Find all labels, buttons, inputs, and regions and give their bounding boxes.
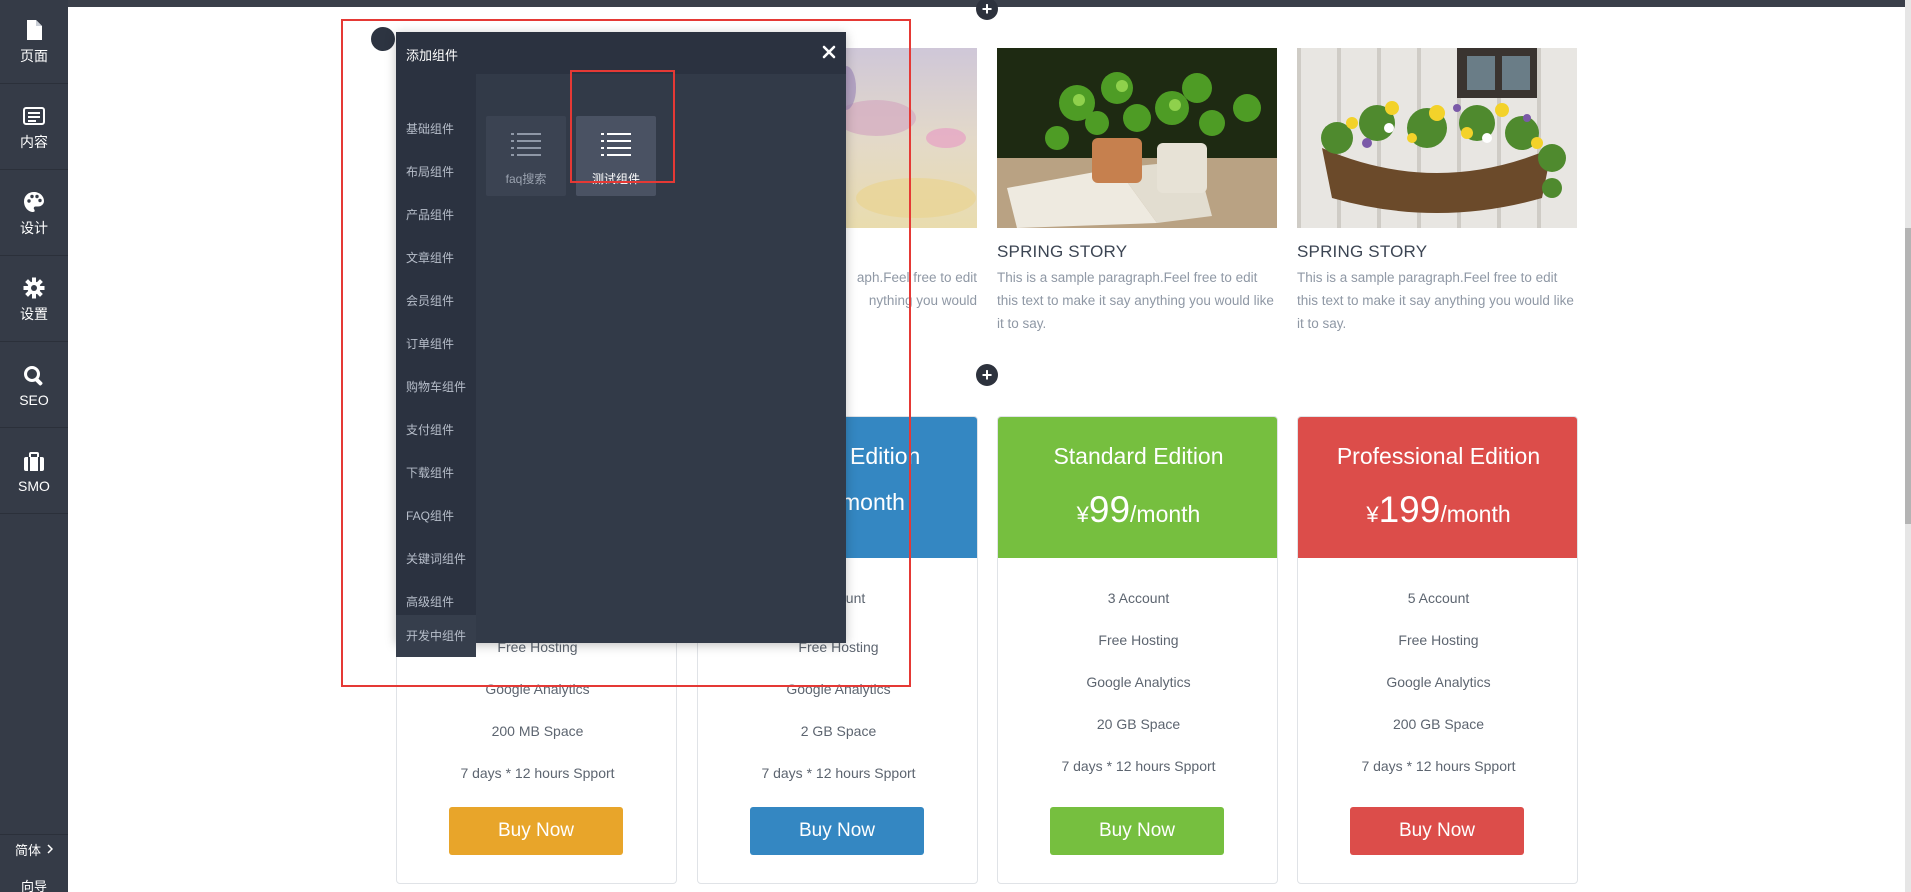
feature-item: Free Hosting bbox=[1098, 632, 1179, 648]
category-item-active[interactable]: 开发中组件 bbox=[396, 615, 476, 657]
guide-link[interactable]: 向导 bbox=[0, 876, 68, 892]
pricing-card-standard: Standard Edition ¥99/month 3 Account Fre… bbox=[997, 416, 1278, 884]
plan-name: Standard Edition bbox=[1053, 443, 1224, 469]
briefcase-icon bbox=[22, 450, 46, 474]
language-label: 简体 bbox=[14, 843, 41, 858]
list-icon bbox=[601, 132, 631, 156]
feature-item: 7 days * 12 hours Spport bbox=[1361, 758, 1516, 774]
plan-period: month bbox=[841, 489, 905, 515]
plan-name: Professional Edition bbox=[1336, 443, 1541, 469]
pricing-header bbox=[998, 417, 1277, 558]
category-item[interactable]: 高级组件 bbox=[406, 593, 454, 610]
plan-amount: 99 bbox=[1088, 489, 1131, 530]
close-icon[interactable] bbox=[820, 43, 838, 61]
language-switch[interactable]: 简体 bbox=[0, 834, 68, 864]
plan-price: ¥199/month bbox=[1298, 489, 1577, 531]
component-faq-search[interactable]: faq搜索 bbox=[486, 116, 566, 196]
plan-price: ¥99/month bbox=[998, 489, 1277, 531]
plan-price: month bbox=[841, 489, 905, 516]
blog-card-title: SPRING STORY bbox=[997, 242, 1128, 261]
sidebar-item-label: 页面 bbox=[20, 47, 48, 64]
left-sidebar: 页面 内容 设计 设置 SEO SMO 简体 向导 bbox=[0, 0, 68, 892]
sidebar-item-smo[interactable]: SMO bbox=[0, 430, 68, 514]
feature-item: 20 GB Space bbox=[1096, 716, 1181, 732]
blog-card-text: This is a sample paragraph.Feel free to … bbox=[1297, 270, 1574, 331]
plan-name: Edition bbox=[850, 443, 921, 469]
component-label: faq搜索 bbox=[505, 172, 547, 186]
category-item[interactable]: 文章组件 bbox=[406, 249, 454, 266]
feature-item: Google Analytics bbox=[1386, 674, 1491, 690]
add-section-button[interactable]: + bbox=[976, 364, 998, 386]
sidebar-item-label: 设置 bbox=[20, 305, 48, 322]
plan-period: /month bbox=[1130, 501, 1201, 527]
feature-item: 7 days * 12 hours Spport bbox=[761, 765, 916, 781]
category-item[interactable]: 购物车组件 bbox=[406, 378, 466, 395]
blog-card-text: This is a sample paragraph.Feel free to … bbox=[997, 270, 1274, 331]
feature-item: Google Analytics bbox=[485, 681, 590, 697]
sidebar-item-design[interactable]: 设计 bbox=[0, 172, 68, 256]
drag-handle[interactable] bbox=[371, 27, 395, 51]
feature-item: 200 MB Space bbox=[491, 723, 584, 739]
category-item[interactable]: 产品组件 bbox=[406, 206, 454, 223]
feature-item: 2 GB Space bbox=[800, 723, 877, 739]
add-section-button[interactable]: + bbox=[976, 0, 998, 20]
feature-item: 7 days * 12 hours Spport bbox=[460, 765, 615, 781]
feature-item: 5 Account bbox=[1407, 590, 1470, 606]
feature-item: 7 days * 12 hours Spport bbox=[1061, 758, 1216, 774]
dialog-header: 添加组件 bbox=[396, 32, 846, 74]
sidebar-item-label: 内容 bbox=[20, 133, 48, 150]
category-item[interactable]: 支付组件 bbox=[406, 421, 454, 438]
sidebar-item-page[interactable]: 页面 bbox=[0, 0, 68, 84]
chevron-right-icon bbox=[47, 842, 54, 857]
sidebar-item-settings[interactable]: 设置 bbox=[0, 258, 68, 342]
category-item[interactable]: 下载组件 bbox=[406, 464, 454, 481]
feature-item: 3 Account bbox=[1107, 590, 1170, 606]
category-list: 基础组件 布局组件 产品组件 文章组件 会员组件 订单组件 购物车组件 支付组件… bbox=[396, 74, 476, 657]
component-label: 测试组件 bbox=[591, 172, 640, 186]
feature-item: Google Analytics bbox=[1086, 674, 1191, 690]
pricing-header bbox=[1298, 417, 1577, 558]
content-icon bbox=[22, 104, 46, 128]
feature-item: Free Hosting bbox=[1398, 632, 1479, 648]
gear-icon bbox=[22, 276, 46, 300]
sidebar-item-content[interactable]: 内容 bbox=[0, 86, 68, 170]
app-root: 页面 内容 设计 设置 SEO SMO 简体 向导 + + aph.Feel f… bbox=[0, 0, 1911, 892]
palette-icon bbox=[22, 190, 46, 214]
blog-image bbox=[997, 48, 1277, 228]
plus-icon: + bbox=[981, 0, 993, 19]
plan-amount: 199 bbox=[1378, 489, 1441, 530]
sidebar-item-label: SMO bbox=[18, 477, 50, 494]
component-test[interactable]: 测试组件 bbox=[576, 116, 656, 196]
pricing-card-professional: Professional Edition ¥199/month 5 Accoun… bbox=[1297, 416, 1578, 884]
plan-period: /month bbox=[1440, 501, 1511, 527]
blog-image bbox=[1297, 48, 1577, 228]
search-icon bbox=[22, 364, 46, 388]
currency-symbol: ¥ bbox=[1076, 502, 1089, 527]
category-item[interactable]: 订单组件 bbox=[406, 335, 454, 352]
feature-item: Google Analytics bbox=[786, 681, 891, 697]
category-item[interactable]: 布局组件 bbox=[406, 163, 454, 180]
blog-card-text: aph.Feel free to edit nything you would bbox=[856, 270, 977, 308]
page-icon bbox=[22, 18, 46, 42]
blog-card-title: SPRING STORY bbox=[1297, 242, 1428, 261]
buy-now-button[interactable]: Buy Now bbox=[1350, 807, 1524, 855]
buy-now-button[interactable]: Buy Now bbox=[1050, 807, 1224, 855]
sidebar-item-seo[interactable]: SEO bbox=[0, 344, 68, 428]
buy-now-button[interactable]: Buy Now bbox=[449, 807, 623, 855]
currency-symbol: ¥ bbox=[1366, 502, 1379, 527]
dialog-title: 添加组件 bbox=[406, 48, 459, 63]
buy-now-button[interactable]: Buy Now bbox=[750, 807, 924, 855]
plus-icon: + bbox=[981, 365, 993, 385]
feature-item: 200 GB Space bbox=[1392, 716, 1485, 732]
category-item[interactable]: 会员组件 bbox=[406, 292, 454, 309]
category-item[interactable]: 基础组件 bbox=[406, 120, 454, 137]
scrollbar-thumb[interactable] bbox=[1905, 228, 1911, 524]
list-icon bbox=[511, 132, 541, 156]
category-item[interactable]: 关键词组件 bbox=[406, 550, 466, 567]
category-item[interactable]: FAQ组件 bbox=[406, 507, 454, 524]
sidebar-item-label: 设计 bbox=[20, 219, 48, 236]
add-component-dialog: 添加组件 基础组件 布局组件 产品组件 文章组件 会员组件 订单组件 购物车组件… bbox=[396, 32, 846, 657]
sidebar-item-label: SEO bbox=[19, 391, 49, 408]
